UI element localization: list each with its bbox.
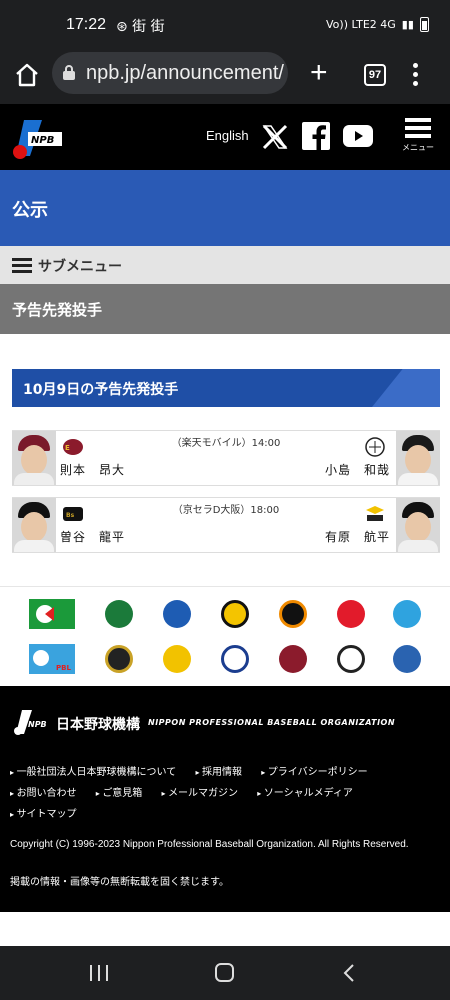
- section-header: 予告先発投手: [0, 284, 450, 334]
- browser-toolbar: npb.jp/announcement/ + 97: [0, 48, 450, 104]
- team-links: PBL: [0, 586, 450, 686]
- game-row[interactable]: Bs （京セラD大阪）18:00 曽谷 龍平 有原 航平: [12, 497, 440, 553]
- page-title: 公示: [12, 200, 48, 221]
- menu-button[interactable]: メニュー: [400, 118, 436, 153]
- svg-text:NPB: NPB: [28, 720, 47, 729]
- hamburger-icon: [12, 258, 32, 276]
- npb-footer-logo[interactable]: NPB: [12, 708, 54, 736]
- eagles-logo-icon[interactable]: [279, 645, 307, 673]
- buffaloes-logo-icon[interactable]: [105, 645, 133, 673]
- footer-link-privacy[interactable]: プライバシーポリシー: [261, 762, 368, 783]
- npb-logo[interactable]: NPB: [10, 116, 66, 162]
- home-pitcher-name[interactable]: 曽谷 龍平: [60, 528, 125, 545]
- central-league-logo[interactable]: [29, 599, 75, 629]
- away-pitcher-name[interactable]: 小島 和哉: [325, 461, 390, 478]
- footer-link-social[interactable]: ソーシャルメディア: [257, 783, 353, 804]
- english-link[interactable]: English: [206, 128, 249, 143]
- marines-logo-icon: [365, 437, 385, 457]
- x-icon[interactable]: [262, 124, 288, 150]
- youtube-icon[interactable]: [343, 125, 373, 147]
- submenu-toggle[interactable]: サブメニュー: [0, 246, 450, 284]
- away-pitcher-name[interactable]: 有原 航平: [325, 528, 390, 545]
- more-options-icon[interactable]: [413, 63, 421, 90]
- footer-link-feedback[interactable]: ご意見箱: [96, 783, 142, 804]
- svg-text:NPB: NPB: [31, 135, 54, 146]
- footer-link-contact[interactable]: お問い合わせ: [10, 783, 77, 804]
- footer-links: 一般社団法人日本野球機構について 採用情報 プライバシーポリシー お問い合わせ …: [10, 762, 440, 825]
- address-bar[interactable]: npb.jp/announcement/: [52, 52, 288, 94]
- footer-link-about[interactable]: 一般社団法人日本野球機構について: [10, 762, 177, 783]
- swallows-logo-icon[interactable]: [105, 600, 133, 628]
- system-nav-bar: [0, 946, 450, 1000]
- baystars-logo-icon[interactable]: [163, 600, 191, 628]
- section-title: 予告先発投手: [12, 301, 103, 319]
- org-name-jp: 日本野球機構: [56, 717, 140, 733]
- pitcher-photo: [396, 498, 440, 552]
- recent-apps-icon[interactable]: [90, 965, 108, 981]
- menu-label: メニュー: [402, 143, 434, 152]
- network-label: Vo)) LTE2 4G: [326, 18, 396, 31]
- dragons-logo-icon[interactable]: [393, 600, 421, 628]
- facebook-icon[interactable]: [302, 122, 330, 150]
- home-nav-icon[interactable]: [215, 963, 234, 982]
- clock: 17:22: [66, 16, 107, 33]
- pacific-league-logo[interactable]: PBL: [29, 644, 75, 674]
- date-heading: 10月9日の予告先発投手: [12, 369, 440, 407]
- footer-link-newsletter[interactable]: メールマガジン: [162, 783, 238, 804]
- signal-icon: ▮▮: [401, 18, 414, 31]
- marines-logo-icon[interactable]: [337, 645, 365, 673]
- fighters-logo-icon[interactable]: [393, 645, 421, 673]
- back-icon[interactable]: [343, 963, 355, 983]
- footer-link-recruit[interactable]: 採用情報: [195, 762, 242, 783]
- tigers-logo-icon[interactable]: [221, 600, 249, 628]
- hawks-logo-icon[interactable]: [163, 645, 191, 673]
- site-footer: NPB 日本野球機構 NIPPON PROFESSIONAL BASEBALL …: [0, 686, 450, 912]
- game-row[interactable]: E （楽天モバイル）14:00 則本 昂大 小島 和哉: [12, 430, 440, 486]
- lock-icon: [63, 65, 75, 80]
- footer-link-sitemap[interactable]: サイトマップ: [10, 804, 77, 825]
- home-icon[interactable]: [14, 62, 40, 88]
- notification-icons: ⊛ 街 街: [116, 19, 165, 35]
- home-pitcher-name[interactable]: 則本 昂大: [60, 461, 125, 478]
- svg-text:PBL: PBL: [56, 664, 71, 672]
- copyright: Copyright (C) 1996-2023 Nippon Professio…: [10, 839, 409, 850]
- tab-switcher-button[interactable]: 97: [364, 64, 386, 86]
- url-text: npb.jp/announcement/: [86, 62, 284, 84]
- page-title-band: 公示: [0, 170, 450, 246]
- giants-logo-icon[interactable]: [279, 600, 307, 628]
- status-bar: 17:22 ⊛ 街 街 Vo)) LTE2 4G ▮▮: [0, 0, 450, 48]
- org-name-en: NIPPON PROFESSIONAL BASEBALL ORGANIZATIO…: [148, 718, 396, 727]
- battery-icon: [419, 17, 429, 32]
- hawks-logo-icon: [366, 506, 384, 521]
- site-header: NPB English メニュー: [0, 104, 450, 170]
- submenu-label: サブメニュー: [38, 259, 122, 275]
- new-tab-button[interactable]: +: [310, 58, 328, 88]
- reproduction-notice: 掲載の情報・画像等の無断転載を固く禁じます。: [10, 877, 229, 888]
- pitcher-photo: [396, 431, 440, 485]
- date-heading-text: 10月9日の予告先発投手: [23, 382, 179, 398]
- carp-logo-icon[interactable]: [337, 600, 365, 628]
- system-icons: Vo)) LTE2 4G ▮▮: [326, 17, 429, 32]
- lions-logo-icon[interactable]: [221, 645, 249, 673]
